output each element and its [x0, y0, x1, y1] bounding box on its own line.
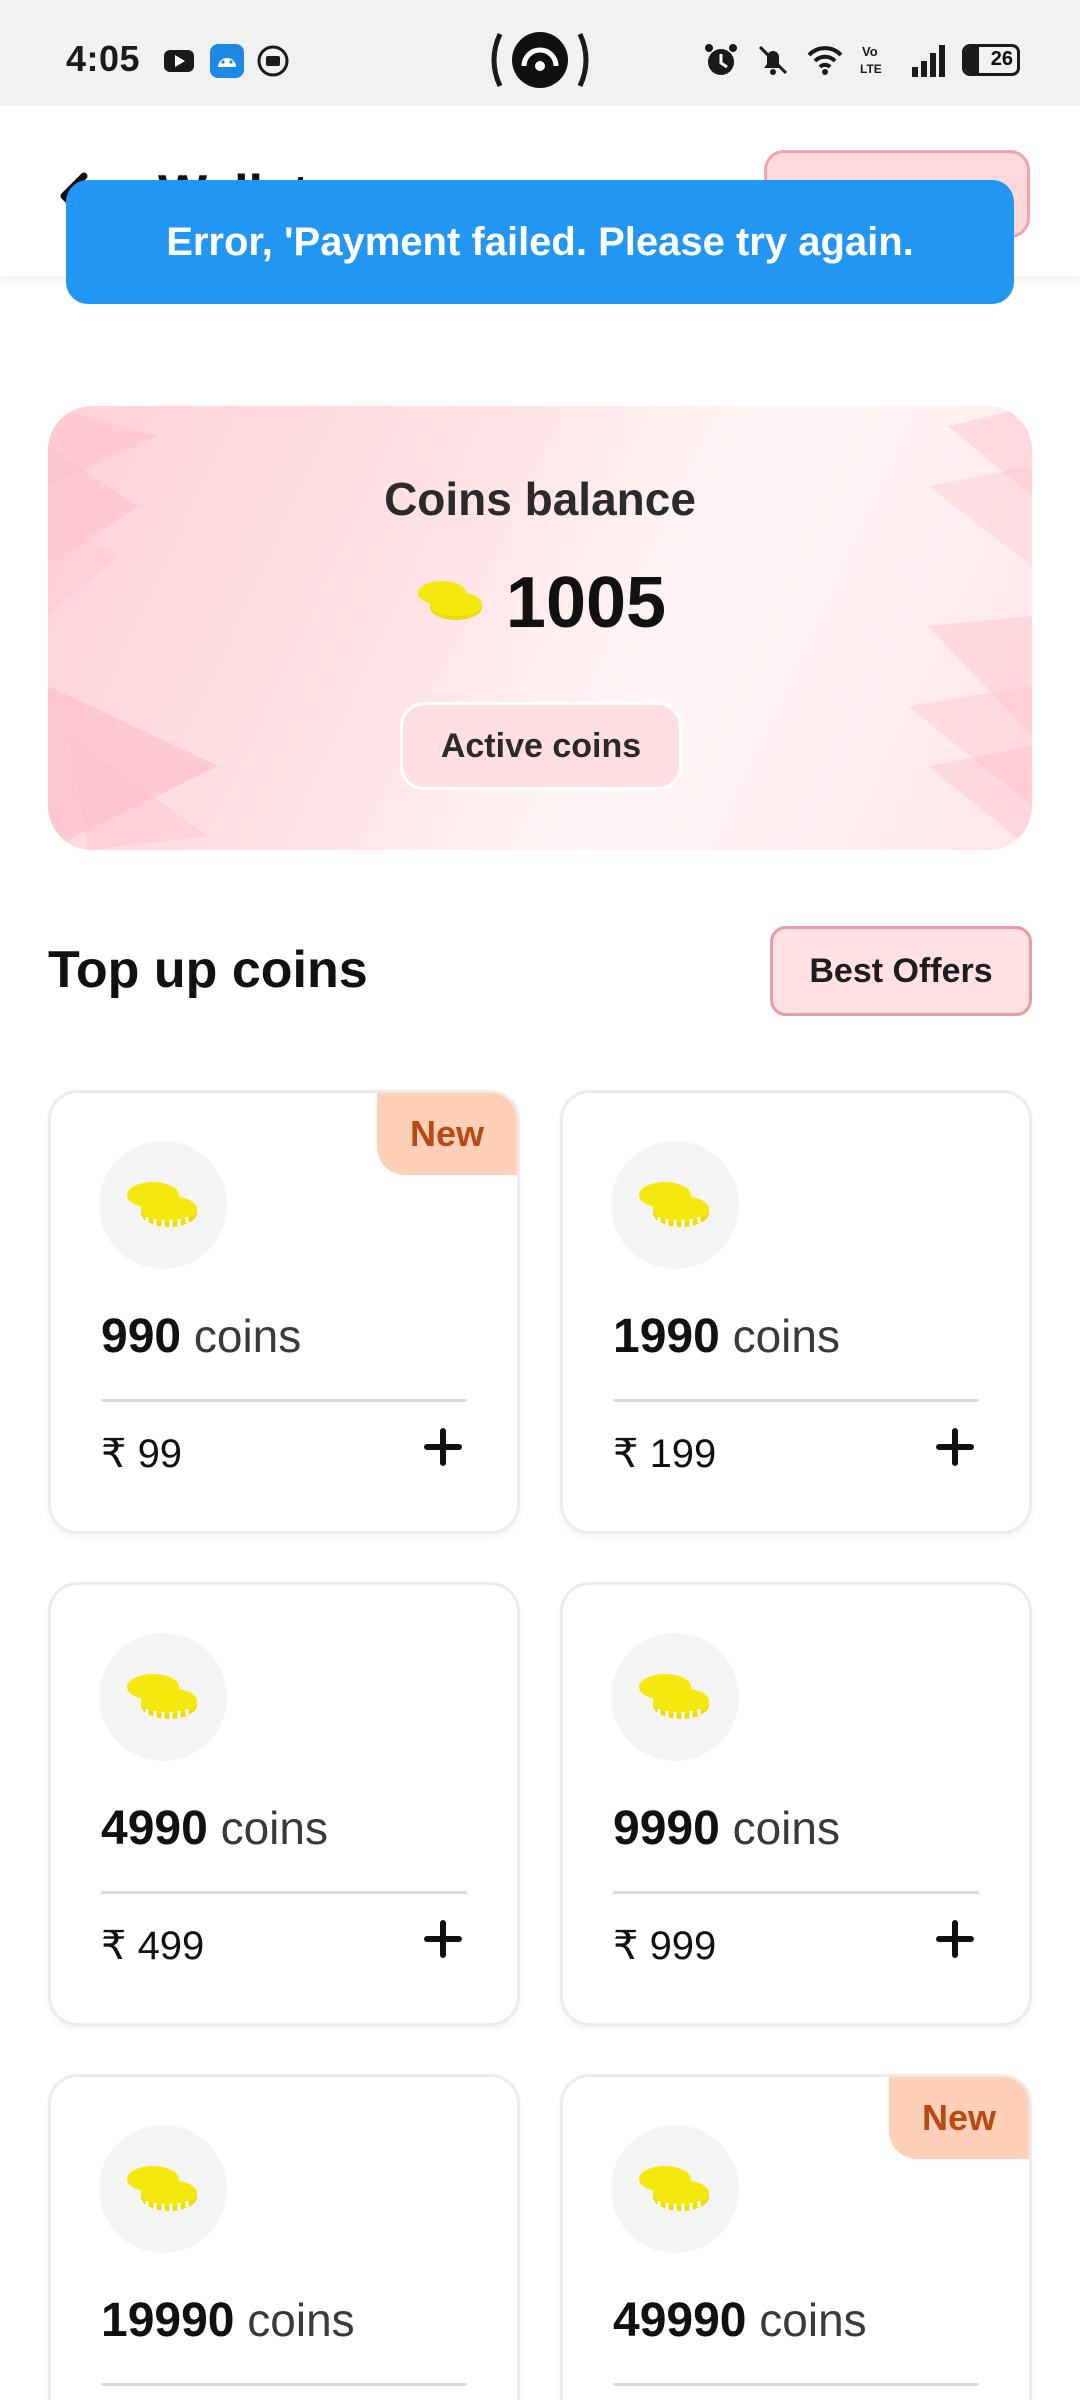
card-divider	[613, 1891, 979, 1894]
coin-stack-icon	[639, 2166, 709, 2211]
coin-count: 990	[101, 1310, 182, 1363]
coin-stack-icon	[639, 1674, 709, 1719]
pack-price: ₹ 999	[613, 1924, 717, 1968]
record-notification-icon	[257, 45, 289, 77]
coin-icon-circle	[611, 1633, 739, 1761]
svg-text:LTE: LTE	[860, 62, 882, 76]
coin-amount: 990 coins	[101, 1309, 301, 1364]
coin-pack-card[interactable]: 19990 coins	[48, 2074, 520, 2400]
status-bar: 4:05 Vo LTE 26	[0, 0, 1080, 106]
coin-count: 19990	[101, 2294, 235, 2347]
coin-icon-circle	[99, 1633, 227, 1761]
youtube-notification-icon	[164, 50, 194, 72]
signal-icon	[912, 45, 945, 77]
coin-stack-icon	[127, 1674, 197, 1719]
plus-icon[interactable]	[925, 1909, 985, 1969]
coin-count: 49990	[613, 2294, 747, 2347]
coin-count: 4990	[101, 1802, 208, 1855]
card-divider	[613, 2383, 979, 2386]
coin-amount: 9990 coins	[613, 1801, 840, 1856]
pack-price: ₹ 99	[101, 1432, 183, 1476]
card-divider	[613, 1399, 979, 1402]
coin-icon-circle	[611, 2125, 739, 2253]
coin-amount: 19990 coins	[101, 2293, 355, 2348]
coin-unit: coins	[732, 1802, 840, 1854]
coin-icon-circle	[611, 1141, 739, 1269]
plus-icon[interactable]	[413, 1909, 473, 1969]
balance-row: 1005	[48, 562, 1032, 644]
coin-amount: 1990 coins	[613, 1309, 840, 1364]
android-notification-icon	[210, 44, 244, 78]
coin-pack-card[interactable]: 1990 coins ₹ 199	[560, 1090, 1032, 1534]
hotspot-indicator-icon	[491, 32, 589, 88]
topup-title: Top up coins	[48, 941, 368, 999]
card-divider	[101, 1891, 467, 1894]
coin-count: 9990	[613, 1802, 720, 1855]
toast-message: Error, 'Payment failed. Please try again…	[166, 219, 914, 264]
new-badge: New	[889, 2077, 1029, 2159]
balance-value: 1005	[505, 563, 667, 643]
balance-label: Coins balance	[384, 473, 696, 525]
coin-unit: coins	[759, 2294, 867, 2346]
coin-stack-icon	[127, 2166, 197, 2211]
plus-icon[interactable]	[413, 1417, 473, 1477]
coin-unit: coins	[220, 1802, 328, 1854]
coin-stack-icon	[417, 581, 482, 620]
battery-level: 26	[990, 48, 1013, 70]
coin-stack-icon	[127, 1182, 197, 1227]
wifi-icon	[807, 46, 843, 75]
alarm-icon	[705, 44, 737, 75]
coin-unit: coins	[732, 1310, 840, 1362]
svg-text:Vo: Vo	[862, 44, 878, 59]
coin-unit: coins	[247, 2294, 355, 2346]
coin-count: 1990	[613, 1310, 720, 1363]
new-badge: New	[377, 1093, 517, 1175]
pack-price: ₹ 499	[101, 1924, 205, 1968]
active-coins-pill[interactable]: Active coins	[400, 702, 682, 790]
coin-pack-card[interactable]: New 990 coins ₹ 99	[48, 1090, 520, 1534]
status-time: 4:05	[66, 38, 141, 79]
error-toast: Error, 'Payment failed. Please try again…	[66, 180, 1014, 304]
coin-icon-circle	[99, 1141, 227, 1269]
card-divider	[101, 2383, 467, 2386]
coin-amount: 4990 coins	[101, 1801, 328, 1856]
card-divider	[101, 1399, 467, 1402]
coin-unit: coins	[193, 1310, 302, 1362]
mute-icon	[758, 45, 788, 75]
coin-pack-card[interactable]: New 49990 coins	[560, 2074, 1032, 2400]
best-offers-button[interactable]: Best Offers	[770, 926, 1032, 1016]
volte-icon: Vo LTE	[860, 44, 882, 76]
coin-pack-card[interactable]: 9990 coins ₹ 999	[560, 1582, 1032, 2026]
status-icons: Vo LTE 26	[702, 40, 1020, 80]
battery-icon: 26	[962, 44, 1020, 76]
coin-amount: 49990 coins	[613, 2293, 867, 2348]
coin-icon-circle	[99, 2125, 227, 2253]
coin-stack-icon	[639, 1182, 709, 1227]
coins-balance-card: Coins balance 1005 Active coins	[48, 406, 1032, 850]
coin-pack-card[interactable]: 4990 coins ₹ 499	[48, 1582, 520, 2026]
pack-price: ₹ 199	[613, 1432, 717, 1476]
plus-icon[interactable]	[925, 1417, 985, 1477]
